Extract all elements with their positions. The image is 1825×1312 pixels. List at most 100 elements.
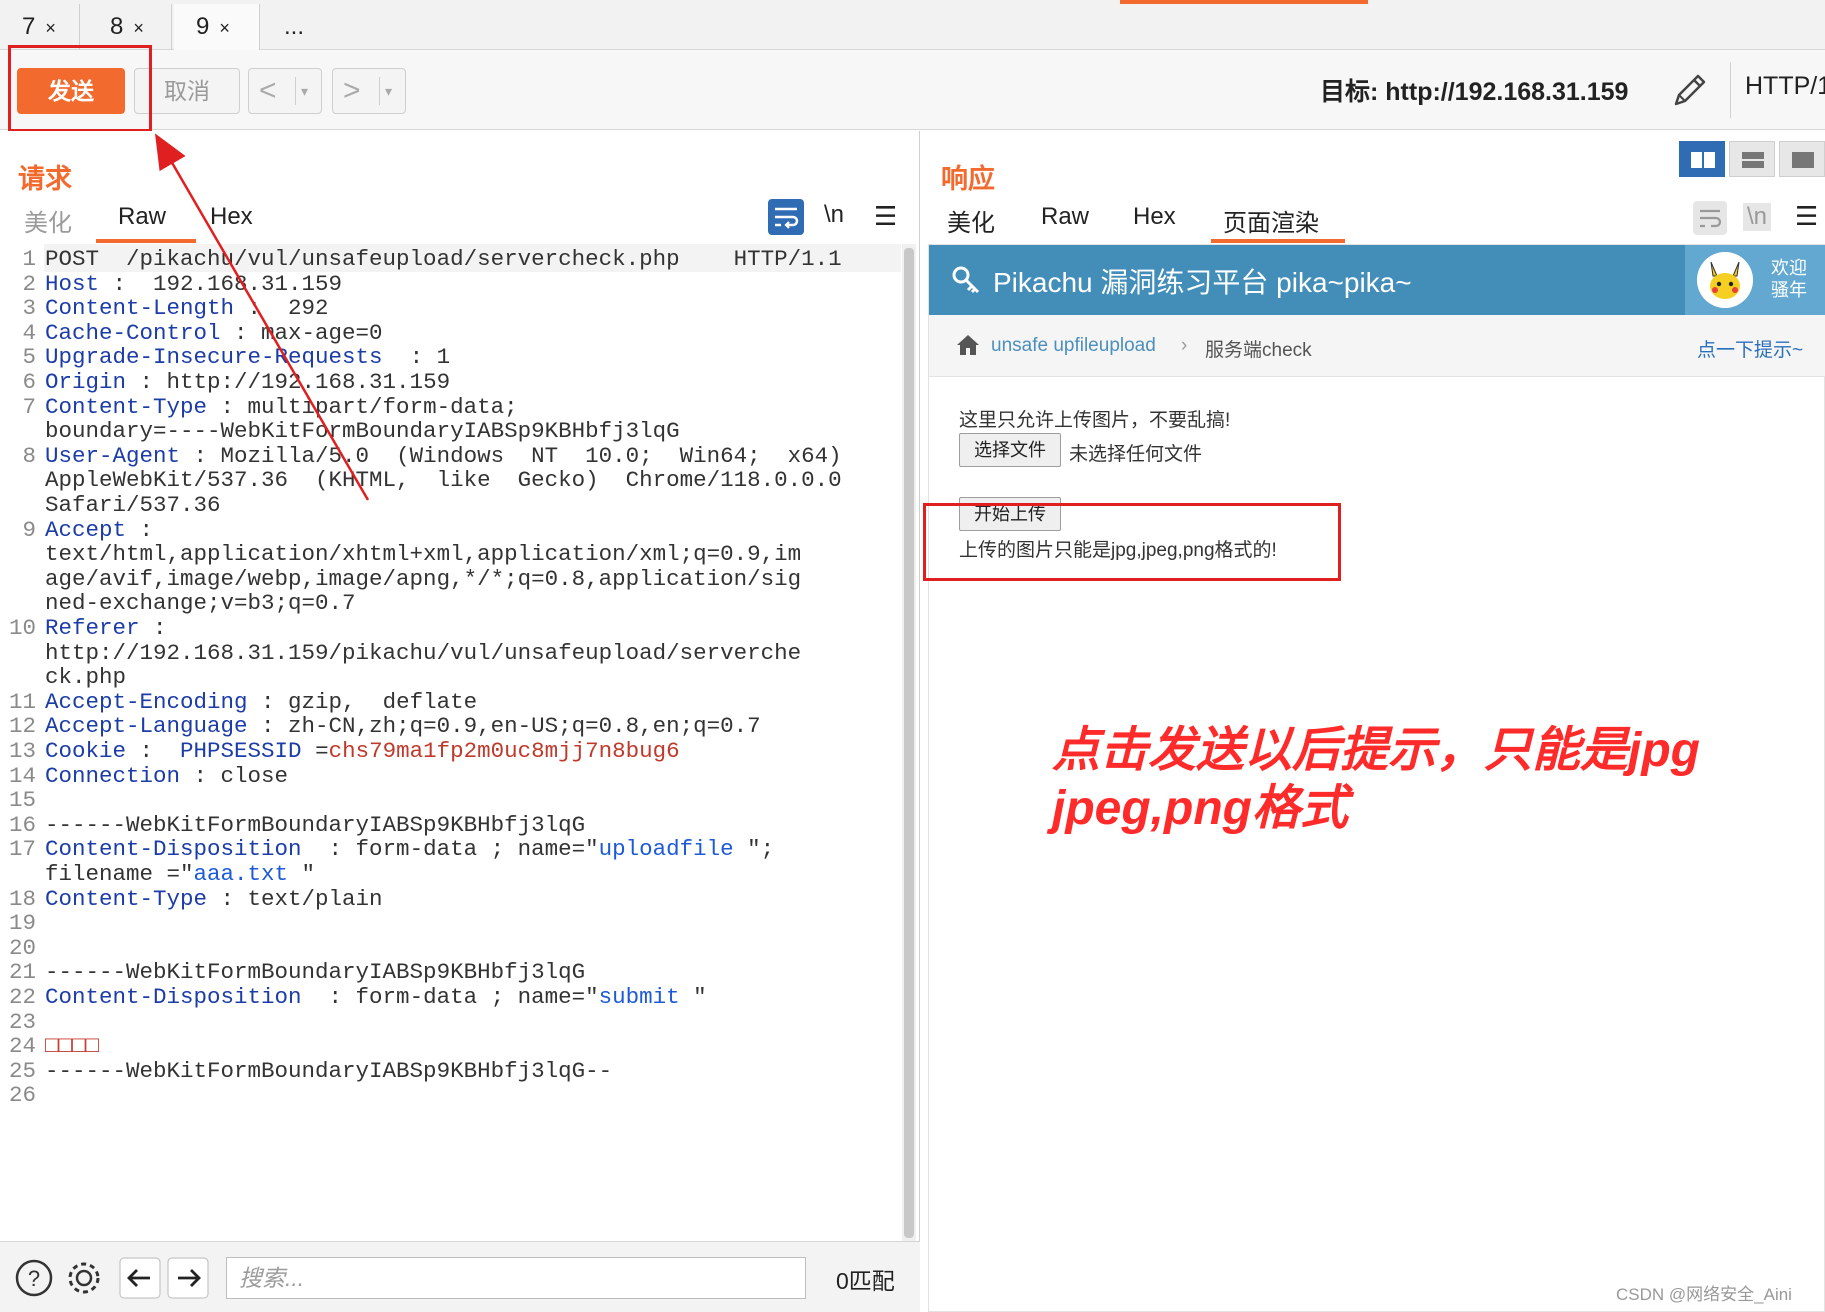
tab-pretty[interactable]: 美化 (24, 203, 72, 238)
no-file-text: 未选择任何文件 (1069, 444, 1203, 465)
show-newlines-toggle[interactable]: \n (1743, 203, 1772, 231)
hint-link[interactable]: 点一下提示~ (1697, 335, 1803, 362)
code-line[interactable]: Accept-Encoding : gzip, deflate (45, 689, 477, 715)
header-name: Connection (45, 762, 181, 789)
code-text: text/html,application/xhtml+xml,applicat… (45, 541, 802, 568)
code-line[interactable]: Host : 192.168.31.159 (45, 271, 342, 297)
code-line[interactable]: text/html,application/xhtml+xml,applicat… (45, 541, 801, 567)
username-text: 骚年 (1771, 280, 1807, 300)
code-line[interactable]: Safari/537.36 (45, 492, 221, 518)
breadcrumb-separator: › (1181, 335, 1188, 356)
code-line[interactable]: Referer : (45, 615, 167, 641)
code-line[interactable]: User-Agent : Mozilla/5.0 (Windows NT 10.… (45, 443, 842, 469)
code-line[interactable]: http://192.168.31.159/pikachu/vul/unsafe… (45, 640, 801, 666)
layout-stacked-icon[interactable] (1729, 141, 1775, 177)
code-line[interactable]: Connection : close (45, 763, 288, 789)
request-tab-8[interactable]: 8 × (88, 4, 172, 50)
code-line[interactable]: POST /pikachu/vul/unsafeupload/serverche… (45, 246, 842, 272)
svg-text:?: ? (28, 1266, 40, 1291)
code-line[interactable]: Content-Length : 292 (45, 295, 329, 321)
settings-gear-icon[interactable] (62, 1256, 106, 1300)
code-line[interactable]: Cookie : PHPSESSID =chs79ma1fp2m0uc8mjj7… (45, 738, 680, 764)
code-line[interactable]: ------WebKitFormBoundaryIABSp9KBHbfj3lqG (45, 959, 585, 985)
match-count: 0匹配 (836, 1268, 895, 1294)
dropdown-icon[interactable]: ▾ (385, 69, 392, 113)
home-icon[interactable] (955, 333, 981, 357)
code-line[interactable]: ------WebKitFormBoundaryIABSp9KBHbfj3lqG (45, 812, 585, 838)
code-line[interactable]: age/avif,image/webp,image/apng,*/*;q=0.8… (45, 566, 801, 592)
line-number: 24 (8, 1033, 36, 1060)
more-tabs[interactable]: ... (262, 4, 332, 50)
tab-hex[interactable]: Hex (210, 203, 253, 231)
wrap-lines-icon[interactable] (1693, 201, 1727, 235)
dropdown-icon[interactable]: ▾ (301, 69, 308, 113)
code-text: : form-data ; name=" (301, 984, 599, 1010)
close-tab-icon[interactable]: × (219, 18, 230, 38)
code-text: : 1 (382, 344, 451, 371)
close-tab-icon[interactable]: × (133, 18, 144, 38)
code-line[interactable]: Content-Disposition : form-data ; name="… (45, 984, 707, 1010)
search-input[interactable]: 搜索... (226, 1257, 806, 1299)
editor-scrollbar[interactable] (902, 244, 916, 1241)
chevron-right-icon: > (343, 74, 361, 107)
user-menu[interactable]: 欢迎 骚年 (1685, 245, 1825, 315)
request-tab-9[interactable]: 9 × (174, 4, 260, 50)
code-line[interactable]: □□□□ (45, 1033, 99, 1059)
code-line[interactable]: ck.php (45, 664, 126, 690)
tab-pretty[interactable]: 美化 (947, 203, 995, 238)
welcome-text: 欢迎 (1771, 258, 1807, 278)
request-panel: 请求 美化 Raw Hex \n ☰ 1 POST /pikachu/vul/un… (0, 131, 920, 1312)
code-line[interactable]: AppleWebKit/537.36 (KHTML, like Gecko) C… (45, 467, 842, 493)
history-back-button[interactable]: < ▾ (248, 68, 322, 114)
code-text: : multipart/form-data; (207, 393, 518, 420)
http-version-label[interactable]: HTTP/1 (1745, 72, 1825, 101)
code-line[interactable]: ned-exchange;v=b3;q=0.7 (45, 590, 356, 616)
search-next-icon[interactable] (166, 1256, 210, 1300)
header-name: User-Agent (45, 442, 181, 469)
site-title[interactable]: Pikachu 漏洞练习平台 pika~pika~ (993, 261, 1412, 301)
layout-side-by-side-icon[interactable] (1679, 141, 1725, 177)
wrap-lines-icon[interactable] (768, 199, 804, 235)
code-line[interactable]: Accept-Language : zh-CN,zh;q=0.9,en-US;q… (45, 713, 761, 739)
code-line[interactable]: Content-Type : text/plain (45, 886, 383, 912)
watermark: CSDN @网络安全_Aini (1616, 1285, 1792, 1304)
breadcrumb-link[interactable]: unsafe upfileupload (991, 335, 1156, 357)
layout-single-icon[interactable] (1779, 141, 1825, 177)
annotation-text: 点击发送以后提示，只能是jpg jpeg,png格式 (1052, 724, 1700, 835)
code-line[interactable]: boundary=----WebKitFormBoundaryIABSp9KBH… (45, 418, 680, 444)
choose-file-button[interactable]: 选择文件 (959, 433, 1061, 467)
code-line[interactable]: Content-Disposition : form-data ; name="… (45, 836, 774, 862)
menu-icon[interactable]: ☰ (874, 201, 897, 232)
menu-icon[interactable]: ☰ (1795, 201, 1818, 232)
code-line[interactable]: Cache-Control : max-age=0 (45, 320, 383, 346)
key-icon (952, 266, 980, 294)
tab-raw[interactable]: Raw (1041, 203, 1089, 231)
header-name: Content-Disposition (45, 836, 302, 863)
tab-raw[interactable]: Raw (118, 203, 166, 231)
header-name: Accept-Encoding (45, 688, 248, 715)
code-line[interactable]: Content-Type : multipart/form-data; (45, 394, 518, 420)
code-line[interactable]: filename ="aaa.txt " (45, 861, 315, 887)
request-tab-7[interactable]: 7 × (0, 4, 80, 50)
repeater-toolbar: 发送 取消 < ▾ > ▾ 目标: http://192.168.31.159 … (0, 50, 1825, 130)
edit-target-pencil-icon[interactable] (1668, 68, 1712, 112)
line-number: 3 (22, 295, 36, 322)
tab-render[interactable]: 页面渲染 (1223, 203, 1319, 238)
tab-hex[interactable]: Hex (1133, 203, 1176, 231)
code-line[interactable]: ------WebKitFormBoundaryIABSp9KBHbfj3lqG… (45, 1058, 612, 1084)
close-tab-icon[interactable]: × (45, 18, 56, 38)
code-text: : text/plain (207, 885, 383, 912)
code-line[interactable]: Accept : (45, 517, 153, 543)
request-editor[interactable]: 1 POST /pikachu/vul/unsafeupload/serverch… (4, 244, 901, 1241)
highlighted-value: submit (598, 984, 680, 1010)
code-line[interactable]: Origin : http://192.168.31.159 (45, 369, 450, 395)
code-text: http://192.168.31.159/pikachu/vul/unsafe… (45, 639, 802, 666)
avatar (1697, 252, 1753, 308)
code-text: "; (733, 836, 775, 863)
search-previous-icon[interactable] (118, 1256, 162, 1300)
code-line[interactable]: Upgrade-Insecure-Requests : 1 (45, 344, 450, 370)
header-name: Content-Type (45, 885, 208, 912)
show-newlines-toggle[interactable]: \n (824, 201, 844, 229)
help-icon[interactable]: ? (12, 1256, 56, 1300)
history-forward-button[interactable]: > ▾ (332, 68, 406, 114)
